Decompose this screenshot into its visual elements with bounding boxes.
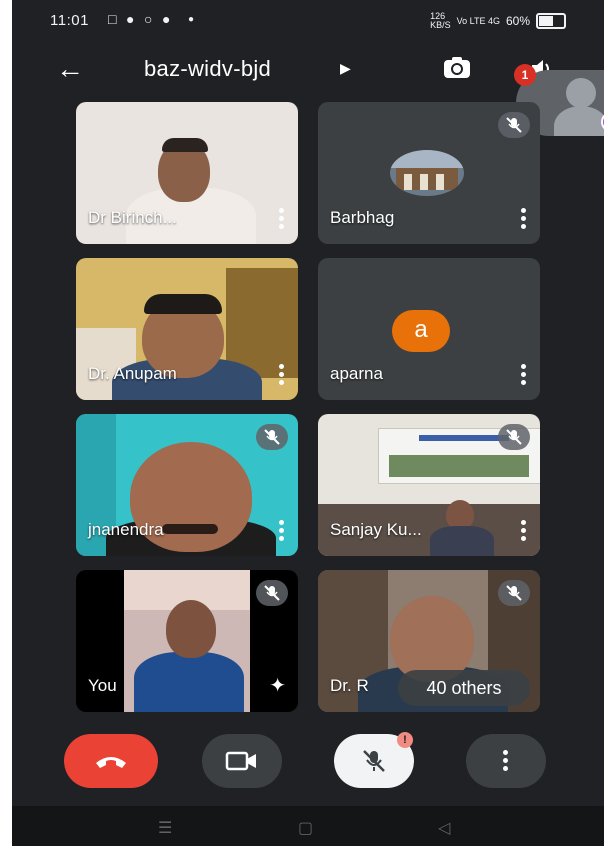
participant-tile[interactable]: Sanjay Ku... <box>318 414 540 556</box>
back-triangle-icon[interactable]: ◁ <box>438 818 450 838</box>
mic-off-icon <box>363 750 385 772</box>
battery-text: 60% <box>505 14 530 28</box>
participant-name: Sanjay Ku... <box>330 520 422 539</box>
status-bar: 11:01 □ ● ○ ● ● 126 KB/S Vo LTE 4G 60% <box>12 0 604 40</box>
avatar-shoulders <box>554 106 604 136</box>
more-vert-icon[interactable] <box>278 520 284 542</box>
participant-name: You <box>88 676 117 695</box>
system-nav-bar: ☰ ▢ ◁ <box>12 806 604 846</box>
dot-icon: ● <box>188 14 195 25</box>
participant-tile[interactable]: Barbhag <box>318 102 540 244</box>
avatar-head <box>566 78 596 108</box>
participant-name: Barbhag <box>330 208 395 227</box>
home-icon[interactable]: ▢ <box>298 818 313 838</box>
mic-off-icon <box>498 424 530 450</box>
status-time: 11:01 <box>50 12 89 29</box>
video-feed <box>430 526 494 556</box>
participant-name: Dr. Anupam <box>88 364 177 383</box>
network-speed: 126 KB/S <box>430 11 451 30</box>
end-call-button[interactable] <box>64 734 158 788</box>
participant-name: Dr. R <box>330 676 369 695</box>
mic-off-icon <box>498 580 530 606</box>
notification-icon: ● <box>126 11 135 27</box>
notification-badge: 1 <box>514 64 536 86</box>
participant-name: aparna <box>330 364 383 383</box>
mic-off-icon <box>256 580 288 606</box>
moustache <box>162 524 218 534</box>
mic-alert-badge: ! <box>397 732 413 748</box>
recent-apps-icon[interactable]: ☰ <box>158 818 172 838</box>
battery-icon <box>536 13 566 29</box>
more-vert-icon[interactable] <box>278 364 284 386</box>
phone-hangup-icon <box>96 757 126 768</box>
more-vert-icon[interactable] <box>520 364 526 386</box>
meeting-code[interactable]: baz-widv-bjd <box>144 56 271 82</box>
camera-switch-icon[interactable] <box>442 56 472 80</box>
self-tile[interactable]: You ✦ <box>76 570 298 712</box>
phone-icon: ● <box>162 11 171 27</box>
more-vert-icon <box>503 750 509 771</box>
more-options-button[interactable] <box>466 734 546 788</box>
video-camera-icon <box>225 751 256 771</box>
meet-screen: 11:01 □ ● ○ ● ● 126 KB/S Vo LTE 4G 60% ←… <box>12 0 604 846</box>
cast-icon: □ <box>108 11 117 27</box>
status-right: 126 KB/S Vo LTE 4G 60% <box>430 12 566 30</box>
more-vert-icon[interactable] <box>278 208 284 230</box>
hair <box>144 294 222 314</box>
camera-toggle-button[interactable] <box>202 734 282 788</box>
messenger-icon: ○ <box>144 11 153 27</box>
signal-indicator: Vo LTE 4G <box>456 16 500 26</box>
participant-name: Dr Birinch... <box>88 208 177 227</box>
video-feed <box>124 570 250 712</box>
participant-name: jnanendra <box>88 520 164 539</box>
chevron-right-icon[interactable]: ▶ <box>340 60 351 77</box>
avatar-letter: a <box>392 310 450 352</box>
more-vert-icon[interactable] <box>520 208 526 230</box>
mic-off-icon <box>256 424 288 450</box>
participant-tile[interactable]: Dr Birinch... <box>76 102 298 244</box>
mic-off-icon <box>498 112 530 138</box>
call-controls <box>12 734 604 788</box>
more-vert-icon[interactable] <box>520 520 526 542</box>
back-arrow-icon[interactable]: ← <box>56 54 84 84</box>
others-chip[interactable]: 40 others <box>398 670 530 706</box>
participant-tile[interactable]: a aparna <box>318 258 540 400</box>
hair <box>162 138 208 152</box>
profile-photo <box>390 150 464 196</box>
effects-sparkle-icon[interactable]: ✦ <box>269 673 286 698</box>
participant-tile[interactable]: Dr. Anupam <box>76 258 298 400</box>
participant-tile[interactable]: jnanendra <box>76 414 298 556</box>
